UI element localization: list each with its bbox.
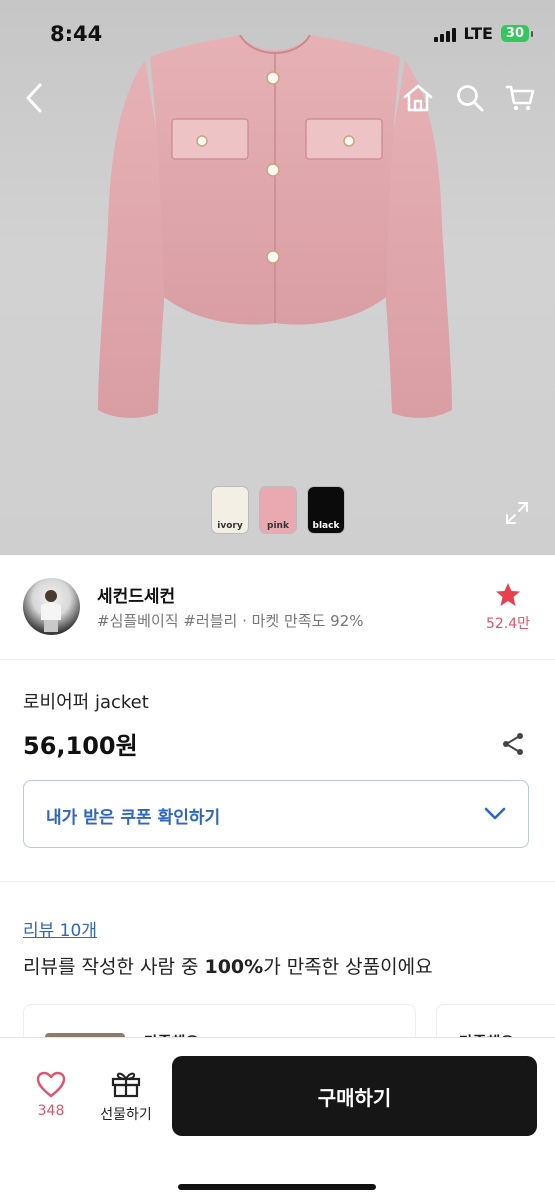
signal-icon bbox=[433, 26, 456, 42]
buy-button[interactable]: 구매하기 bbox=[172, 1056, 537, 1136]
battery-icon: 30 bbox=[500, 25, 534, 42]
coupon-label: 내가 받은 쿠폰 확인하기 bbox=[46, 808, 221, 828]
cart-button[interactable] bbox=[500, 78, 540, 118]
share-icon bbox=[503, 733, 523, 755]
star-icon bbox=[496, 583, 520, 606]
seller-tags: #심플베이직 #러블리 · 마켓 만족도 92% bbox=[97, 612, 364, 630]
like-button[interactable]: 348 bbox=[22, 1071, 80, 1119]
seller-name[interactable]: 세컨드세컨 bbox=[97, 582, 175, 607]
gift-label: 선물하기 bbox=[100, 1107, 152, 1123]
status-time: 8:44 bbox=[50, 22, 103, 46]
back-button[interactable] bbox=[14, 78, 54, 118]
home-button[interactable] bbox=[398, 78, 438, 118]
color-swatches: ivory pink black bbox=[211, 486, 345, 534]
review-summary-text: 리뷰를 작성한 사람 중 bbox=[23, 956, 205, 978]
coupon-dropdown[interactable]: 내가 받은 쿠폰 확인하기 bbox=[23, 780, 529, 848]
product-price: 56,100원 bbox=[23, 732, 138, 760]
swatch-label: pink bbox=[267, 521, 289, 531]
share-button[interactable] bbox=[501, 732, 525, 760]
swatch-label: ivory bbox=[217, 521, 243, 531]
status-bar: 8:44 LTE 30 bbox=[0, 0, 555, 70]
seller-section[interactable]: 세컨드세컨 #심플베이직 #러블리 · 마켓 만족도 92% 52.4만 bbox=[0, 555, 555, 660]
review-summary: 리뷰를 작성한 사람 중 100%가 만족한 상품이에요 bbox=[23, 952, 433, 979]
swatch-pink[interactable]: pink bbox=[259, 486, 297, 534]
reviews-link[interactable]: 리뷰 10개 bbox=[23, 916, 97, 941]
expand-button[interactable] bbox=[505, 501, 529, 529]
swatch-label: black bbox=[312, 521, 340, 531]
swatch-ivory[interactable]: ivory bbox=[211, 486, 249, 534]
bottom-action-bar: 348 선물하기 구매하기 bbox=[0, 1037, 555, 1200]
status-indicators: LTE 30 bbox=[433, 24, 534, 43]
product-image-area[interactable]: 8:44 LTE 30 ivory pink black bbox=[0, 0, 555, 555]
product-info: 로비어퍼 jacket 56,100원 내가 받은 쿠폰 확인하기 bbox=[0, 660, 555, 882]
gift-button[interactable]: 선물하기 bbox=[92, 1070, 160, 1124]
swatch-black[interactable]: black bbox=[307, 486, 345, 534]
heart-icon bbox=[36, 1071, 66, 1098]
review-summary-percent: 100% bbox=[204, 956, 264, 978]
favorite-count: 52.4만 bbox=[485, 616, 531, 632]
gift-icon bbox=[111, 1072, 141, 1098]
back-arrow-icon bbox=[26, 83, 42, 113]
network-label: LTE bbox=[463, 24, 493, 43]
chevron-down-icon bbox=[484, 807, 506, 820]
search-icon bbox=[457, 85, 484, 112]
avatar[interactable] bbox=[23, 578, 80, 635]
expand-icon bbox=[506, 502, 528, 524]
home-indicator bbox=[178, 1184, 376, 1190]
cart-icon bbox=[505, 85, 535, 111]
review-summary-text: 가 만족한 상품이에요 bbox=[263, 956, 433, 978]
search-button[interactable] bbox=[450, 78, 490, 118]
home-icon bbox=[403, 84, 433, 112]
product-title: 로비어퍼 jacket bbox=[23, 692, 149, 713]
like-count: 348 bbox=[37, 1103, 65, 1119]
favorite-seller-button[interactable]: 52.4만 bbox=[483, 582, 533, 633]
